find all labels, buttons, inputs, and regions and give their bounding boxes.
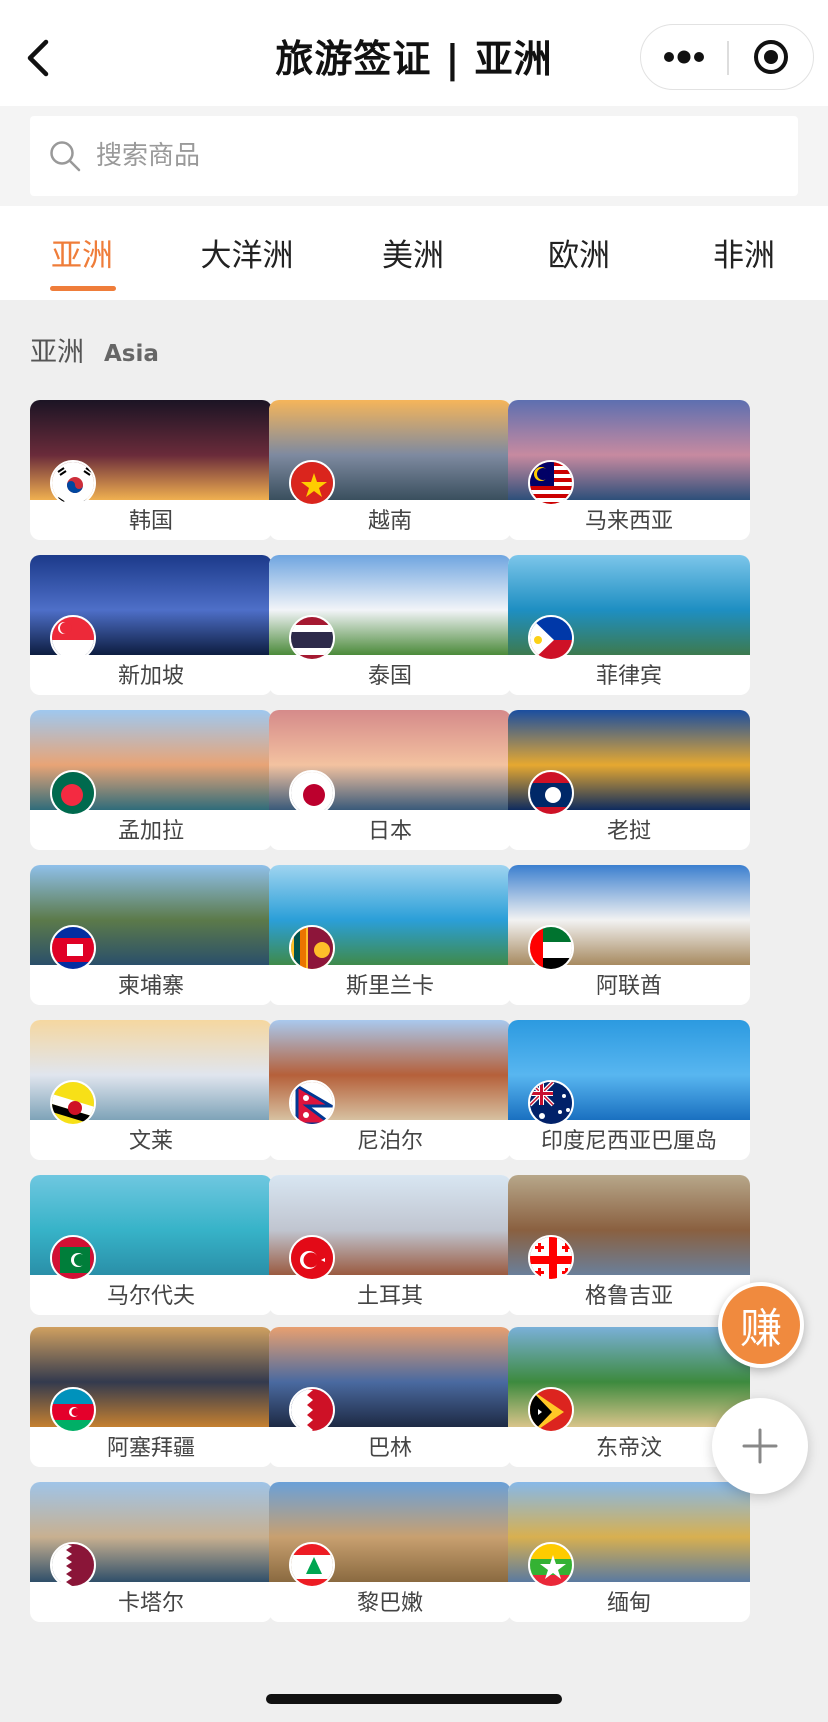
- record-target-icon: [754, 40, 788, 74]
- bahrain-flag-icon: [289, 1387, 335, 1433]
- country-card[interactable]: 越南: [269, 400, 511, 540]
- country-card[interactable]: 黎巴嫩: [269, 1482, 511, 1622]
- home-indicator: [266, 1694, 562, 1704]
- country-name: 孟加拉: [117, 819, 184, 844]
- country-name: 格鲁吉亚: [584, 1284, 673, 1309]
- country-card[interactable]: 韩国: [30, 400, 272, 540]
- maldives-flag-icon: [50, 1235, 96, 1281]
- tab-oceania[interactable]: 大洋洲: [182, 230, 312, 275]
- more-button[interactable]: [641, 25, 727, 89]
- country-name: 土耳其: [356, 1284, 423, 1309]
- section-subtitle: Asia: [104, 341, 159, 367]
- country-card[interactable]: 斯里兰卡: [269, 865, 511, 1005]
- add-button[interactable]: [712, 1398, 808, 1494]
- country-name: 新加坡: [117, 664, 184, 689]
- tab-africa[interactable]: 非洲: [679, 230, 809, 275]
- country-name: 菲律宾: [595, 664, 662, 689]
- country-card[interactable]: 柬埔寨: [30, 865, 272, 1005]
- active-tab-indicator: [50, 286, 116, 291]
- search-bar[interactable]: [30, 116, 798, 196]
- country-name: 马尔代夫: [106, 1284, 195, 1309]
- search-bar-container: [0, 106, 828, 206]
- country-name: 柬埔寨: [117, 974, 184, 999]
- country-card[interactable]: 土耳其: [269, 1175, 511, 1315]
- tab-europe[interactable]: 欧洲: [514, 230, 644, 275]
- country-card[interactable]: 卡塔尔: [30, 1482, 272, 1622]
- tab-asia[interactable]: 亚洲: [17, 230, 147, 275]
- country-name: 泰国: [367, 664, 412, 689]
- south-korea-flag-icon: [50, 460, 96, 506]
- country-card[interactable]: 文莱: [30, 1020, 272, 1160]
- malaysia-flag-icon: [528, 460, 574, 506]
- more-dots-icon: [664, 50, 704, 64]
- brunei-flag-icon: [50, 1080, 96, 1126]
- vietnam-flag-icon: [289, 460, 335, 506]
- search-input[interactable]: [96, 141, 696, 171]
- country-name: 黎巴嫩: [356, 1591, 423, 1616]
- sri-lanka-flag-icon: [289, 925, 335, 971]
- laos-flag-icon: [528, 770, 574, 816]
- earn-button[interactable]: 赚: [718, 1282, 804, 1368]
- japan-flag-icon: [289, 770, 335, 816]
- nav-bar: 旅游签证 | 亚洲: [0, 0, 828, 106]
- thailand-flag-icon: [289, 615, 335, 661]
- country-card[interactable]: 泰国: [269, 555, 511, 695]
- section-title: 亚洲: [30, 337, 84, 368]
- country-card[interactable]: 印度尼西亚巴厘岛: [508, 1020, 750, 1160]
- turkey-flag-icon: [289, 1235, 335, 1281]
- country-card[interactable]: 马来西亚: [508, 400, 750, 540]
- country-card[interactable]: 缅甸: [508, 1482, 750, 1622]
- country-name: 卡塔尔: [117, 1591, 184, 1616]
- timor-leste-flag-icon: [528, 1387, 574, 1433]
- country-name: 日本: [367, 819, 412, 844]
- country-name: 尼泊尔: [356, 1129, 423, 1154]
- bangladesh-flag-icon: [50, 770, 96, 816]
- country-name: 巴林: [367, 1436, 412, 1461]
- country-name: 印度尼西亚巴厘岛: [540, 1129, 717, 1154]
- country-name: 文莱: [128, 1129, 173, 1154]
- australia-flag-icon: [528, 1080, 574, 1126]
- country-name: 阿塞拜疆: [106, 1436, 195, 1461]
- myanmar-flag-icon: [528, 1542, 574, 1588]
- close-miniprogram-button[interactable]: [729, 25, 813, 89]
- country-card[interactable]: 阿联酋: [508, 865, 750, 1005]
- country-name: 阿联酋: [595, 974, 662, 999]
- country-card[interactable]: 老挝: [508, 710, 750, 850]
- plus-icon: [742, 1428, 778, 1464]
- country-name: 斯里兰卡: [345, 974, 434, 999]
- country-card[interactable]: 格鲁吉亚: [508, 1175, 750, 1315]
- azerbaijan-flag-icon: [50, 1387, 96, 1433]
- section-header: 亚洲 Asia: [30, 330, 159, 369]
- lebanon-flag-icon: [289, 1542, 335, 1588]
- miniprogram-capsule: [640, 24, 814, 90]
- country-name: 缅甸: [606, 1591, 651, 1616]
- country-card[interactable]: 新加坡: [30, 555, 272, 695]
- qatar-flag-icon: [50, 1542, 96, 1588]
- search-icon: [50, 141, 81, 172]
- country-card[interactable]: 尼泊尔: [269, 1020, 511, 1160]
- country-name: 韩国: [128, 509, 173, 534]
- country-card[interactable]: 日本: [269, 710, 511, 850]
- country-name: 越南: [367, 509, 412, 534]
- country-card[interactable]: 阿塞拜疆: [30, 1327, 272, 1467]
- singapore-flag-icon: [50, 615, 96, 661]
- country-card[interactable]: 马尔代夫: [30, 1175, 272, 1315]
- philippines-flag-icon: [528, 615, 574, 661]
- uae-flag-icon: [528, 925, 574, 971]
- georgia-flag-icon: [528, 1235, 574, 1281]
- country-card[interactable]: 菲律宾: [508, 555, 750, 695]
- tab-americas[interactable]: 美洲: [348, 230, 478, 275]
- country-name: 老挝: [606, 819, 651, 844]
- nepal-flag-icon: [289, 1080, 335, 1126]
- country-name: 马来西亚: [584, 509, 673, 534]
- country-card[interactable]: 巴林: [269, 1327, 511, 1467]
- cambodia-flag-icon: [50, 925, 96, 971]
- country-card[interactable]: 孟加拉: [30, 710, 272, 850]
- region-tabs: 亚洲 大洋洲 美洲 欧洲 非洲: [0, 206, 828, 300]
